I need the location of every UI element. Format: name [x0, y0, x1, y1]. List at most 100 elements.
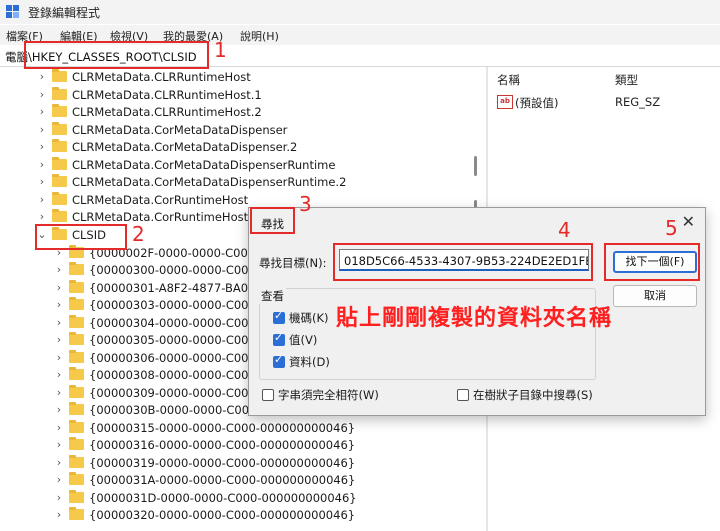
tree-item[interactable]: › {0000031A-0000-0000-C000-000000000046}	[0, 472, 470, 489]
value-type: REG_SZ	[615, 95, 661, 109]
folder-icon	[52, 69, 67, 82]
values-label[interactable]: 值(V)	[289, 332, 317, 348]
tree-item-label: {0000031D-0000-0000-C000-000000000046}	[89, 491, 357, 505]
chevron-right-icon[interactable]: ›	[54, 403, 64, 417]
tree-item[interactable]: › CLRMetaData.CLRRuntimeHost.2	[0, 104, 470, 121]
tree-item[interactable]: › {0000031D-0000-0000-C000-000000000046}	[0, 490, 470, 507]
chevron-right-icon[interactable]: ›	[37, 193, 47, 207]
chevron-right-icon[interactable]: ›	[54, 298, 64, 312]
tree-scrollbar-thumb[interactable]	[474, 156, 477, 176]
tree-item-label: CLRMetaData.CorMetaDataDispenserRuntime.…	[72, 175, 347, 189]
chevron-right-icon[interactable]: ›	[54, 368, 64, 382]
tree-item[interactable]: › CLRMetaData.CorMetaDataDispenser.2	[0, 139, 470, 156]
tree-item-label: CLRMetaData.CorMetaDataDispenser	[72, 123, 288, 137]
step-2-marker: 2	[132, 222, 145, 246]
cancel-button[interactable]: 取消	[613, 285, 697, 307]
tree-item-label: {00000303-0000-0000-C000-0	[89, 298, 268, 312]
tree-item-label: {00000315-0000-0000-C000-000000000046}	[89, 421, 356, 435]
highlight-find-input	[333, 243, 593, 281]
chevron-right-icon[interactable]: ›	[37, 105, 47, 119]
chevron-right-icon[interactable]: ›	[54, 333, 64, 347]
value-name[interactable]: (預設值)	[515, 95, 558, 111]
keys-label[interactable]: 機碼(K)	[289, 310, 329, 326]
tree-item-label: {00000308-0000-0000-C000-0	[89, 368, 268, 382]
folder-icon	[69, 490, 84, 503]
chevron-right-icon[interactable]: ›	[37, 70, 47, 84]
chevron-right-icon[interactable]: ›	[54, 316, 64, 330]
chevron-right-icon[interactable]: ›	[54, 456, 64, 470]
folder-icon	[52, 122, 67, 135]
chevron-right-icon[interactable]: ›	[37, 140, 47, 154]
match-whole-string-label[interactable]: 字串須完全相符(W)	[278, 387, 379, 403]
tree-item[interactable]: › {00000316-0000-0000-C000-000000000046}	[0, 437, 470, 454]
chevron-right-icon[interactable]: ›	[54, 386, 64, 400]
highlight-clsid	[35, 224, 127, 250]
chevron-right-icon[interactable]: ›	[54, 263, 64, 277]
folder-icon	[69, 437, 84, 450]
folder-icon	[69, 262, 84, 275]
window-title: 登錄編輯程式	[28, 6, 101, 20]
tree-item-label: {00000306-0000-0000-C000-0	[89, 351, 268, 365]
folder-icon	[52, 192, 67, 205]
tree-item-label: {00000316-0000-0000-C000-000000000046}	[89, 438, 356, 452]
column-header-type[interactable]: 類型	[615, 72, 638, 88]
tree-item[interactable]: › CLRMetaData.CLRRuntimeHost.1	[0, 87, 470, 104]
step-5-marker: 5	[665, 216, 678, 240]
keys-checkbox[interactable]	[273, 309, 285, 324]
chevron-right-icon[interactable]: ›	[54, 281, 64, 295]
tree-item[interactable]: › {00000320-0000-0000-C000-000000000046}	[0, 507, 470, 524]
tree-item-label: {00000309-0000-0000-C000-0	[89, 386, 268, 400]
folder-icon	[52, 209, 67, 222]
tree-item[interactable]: › CLRMetaData.CorMetaDataDispenser	[0, 122, 470, 139]
tree-item-label: {00000300-0000-0000-C000-0	[89, 263, 268, 277]
tree-item-label: CLRMetaData.CLRRuntimeHost.2	[72, 105, 262, 119]
look-at-label: 查看	[259, 288, 286, 304]
chevron-right-icon[interactable]: ›	[37, 210, 47, 224]
values-checkbox[interactable]	[273, 331, 285, 346]
chevron-right-icon[interactable]: ›	[37, 175, 47, 189]
tree-item-label: CLRMetaData.CLRRuntimeHost	[72, 70, 251, 84]
menu-help[interactable]: 說明(H)	[240, 28, 279, 44]
tree-item[interactable]: › CLRMetaData.CorMetaDataDispenserRuntim…	[0, 157, 470, 174]
tree-item[interactable]: › {00000315-0000-0000-C000-000000000046}	[0, 420, 470, 437]
close-icon[interactable]: ✕	[682, 212, 695, 231]
chevron-right-icon[interactable]: ›	[37, 88, 47, 102]
step-1-marker: 1	[214, 38, 227, 62]
tree-item-label: CLRMetaData.CLRRuntimeHost.1	[72, 88, 262, 102]
search-subkeys-checkbox[interactable]	[457, 389, 469, 401]
folder-icon	[69, 402, 84, 415]
chevron-right-icon[interactable]: ›	[54, 421, 64, 435]
folder-icon	[69, 280, 84, 293]
tree-item[interactable]: › CLRMetaData.CLRRuntimeHost	[0, 69, 470, 86]
registry-editor-icon	[6, 5, 20, 19]
string-value-icon: ab	[497, 95, 513, 109]
folder-icon	[69, 332, 84, 345]
data-checkbox[interactable]	[273, 353, 285, 368]
tree-item[interactable]: › {00000319-0000-0000-C000-000000000046}	[0, 455, 470, 472]
highlight-find-next	[604, 243, 700, 281]
tree-item-label: {00000304-0000-0000-C000-0	[89, 316, 268, 330]
folder-icon	[69, 472, 84, 485]
highlight-address-bar	[24, 41, 209, 69]
folder-icon	[52, 157, 67, 170]
chevron-right-icon[interactable]: ›	[54, 438, 64, 452]
tree-item-label: {00000301-A8F2-4877-BA0A-	[89, 281, 260, 295]
chevron-right-icon[interactable]: ›	[54, 473, 64, 487]
chevron-right-icon[interactable]: ›	[54, 351, 64, 365]
tree-item-label: CLRMetaData.CorMetaDataDispenserRuntime	[72, 158, 336, 172]
column-header-name[interactable]: 名稱	[497, 72, 520, 88]
folder-icon	[69, 385, 84, 398]
search-subkeys-label[interactable]: 在樹狀子目錄中搜尋(S)	[473, 387, 593, 403]
chevron-right-icon[interactable]: ›	[37, 123, 47, 137]
match-whole-string-checkbox[interactable]	[262, 389, 274, 401]
folder-icon	[69, 350, 84, 363]
folder-icon	[52, 139, 67, 152]
folder-icon	[69, 420, 84, 433]
tree-item[interactable]: › CLRMetaData.CorMetaDataDispenserRuntim…	[0, 174, 470, 191]
chevron-right-icon[interactable]: ›	[54, 508, 64, 522]
chevron-right-icon[interactable]: ›	[37, 158, 47, 172]
tree-item-label: {0000030B-0000-0000-C000-0	[89, 403, 268, 417]
folder-icon	[69, 455, 84, 468]
data-label[interactable]: 資料(D)	[289, 354, 330, 370]
chevron-right-icon[interactable]: ›	[54, 491, 64, 505]
